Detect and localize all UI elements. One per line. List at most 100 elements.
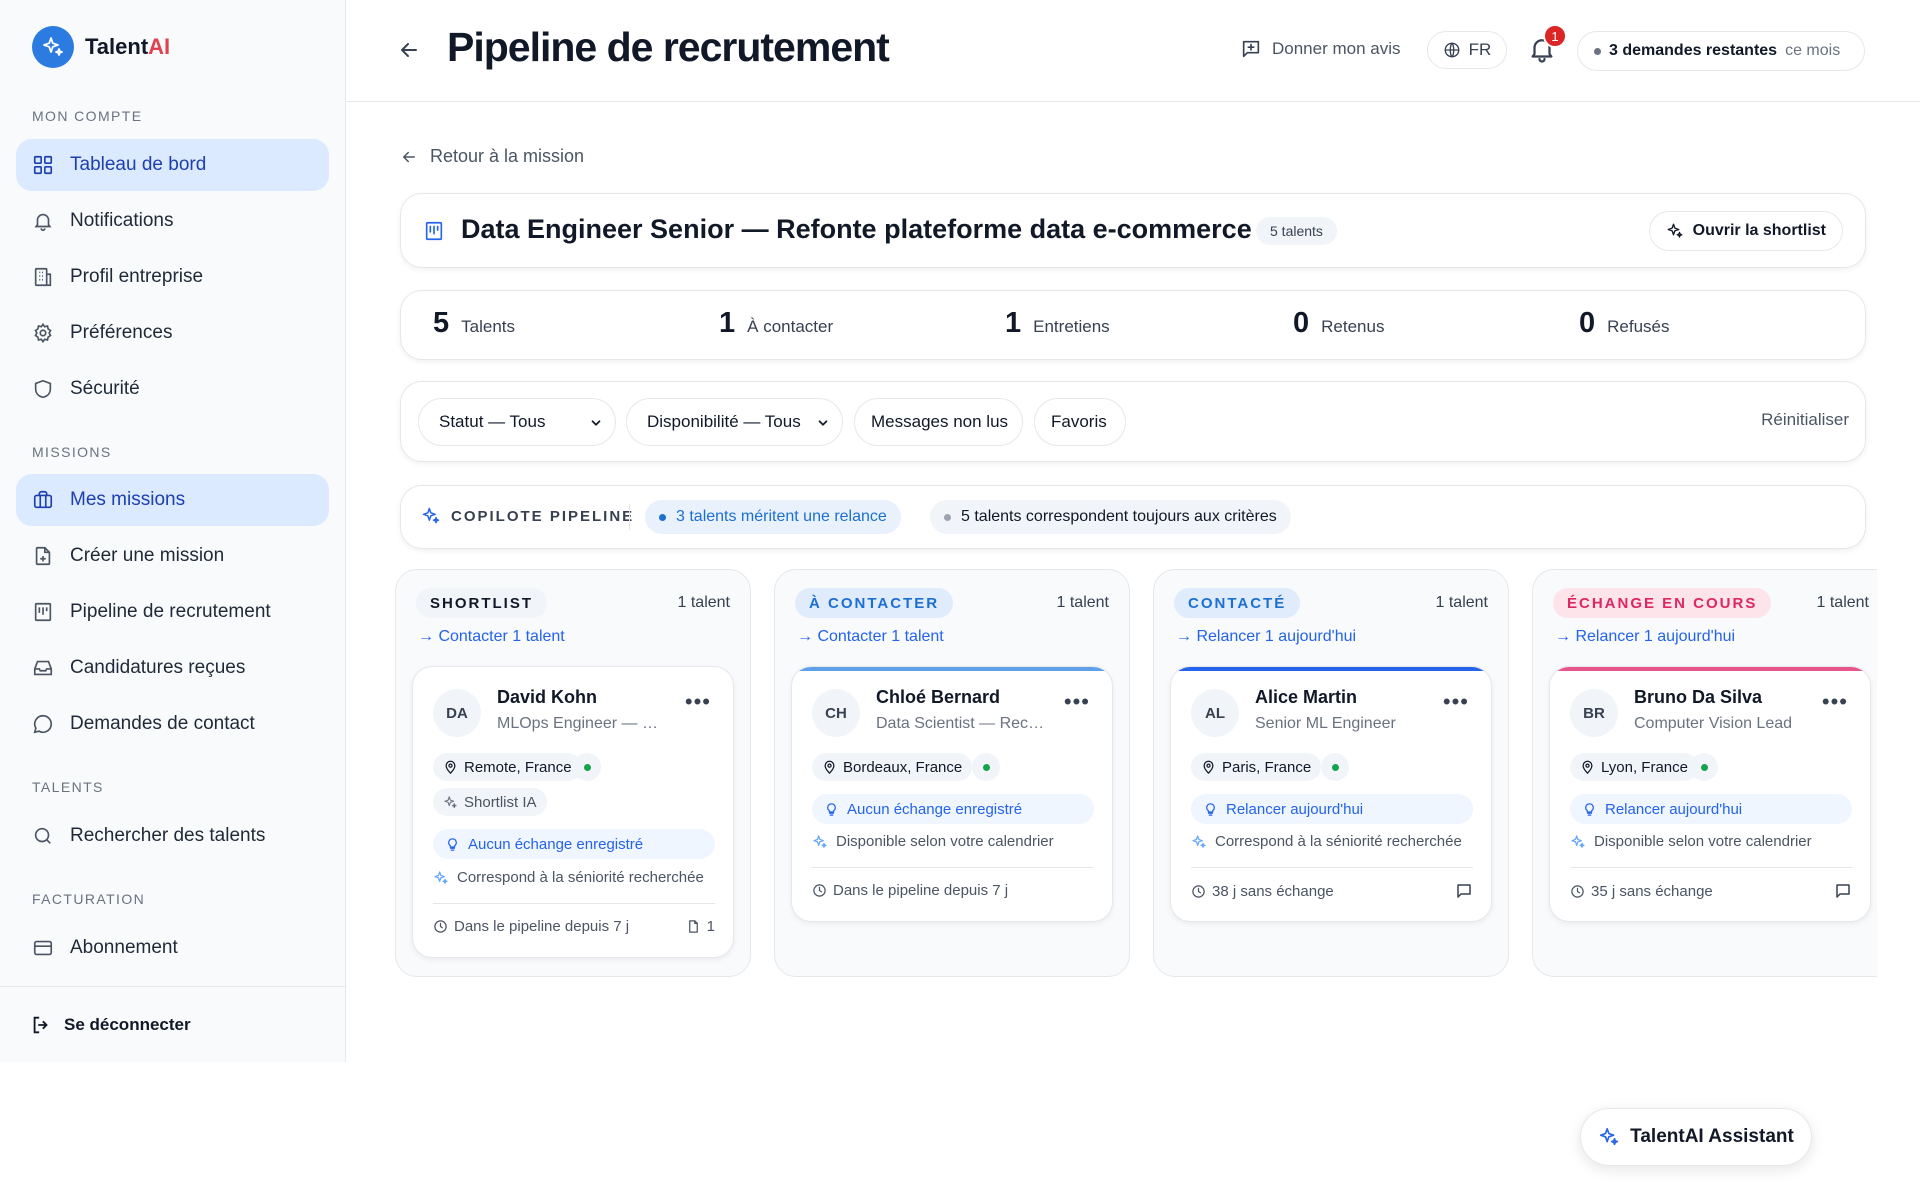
- location-chip: Bordeaux, France: [812, 753, 973, 781]
- sparkle-logo-icon: [32, 26, 74, 68]
- hint-text: 3 talents méritent une relance: [676, 508, 887, 525]
- sidebar-item-subscription[interactable]: Abonnement: [16, 922, 329, 974]
- talent-role: MLOps Engineer — Platform: [497, 715, 667, 732]
- match-reason: Disponible selon votre calendrier: [1570, 833, 1812, 850]
- sidebar-item-label: Profil entreprise: [70, 266, 204, 287]
- stat-value: 5: [433, 307, 450, 339]
- more-options-icon[interactable]: •••: [1443, 691, 1469, 713]
- lightbulb-icon: [448, 837, 457, 851]
- map-pin-icon: [1582, 760, 1593, 774]
- quota-pill[interactable]: 3 demandes restantes ce mois: [1577, 31, 1865, 71]
- sidebar-item-create-mission[interactable]: Créer une mission: [16, 530, 329, 582]
- talent-name: Chloé Bernard: [876, 687, 1001, 707]
- sparkle-icon: [422, 507, 440, 524]
- column-count: 1 talent: [1435, 594, 1488, 611]
- sidebar-item-security[interactable]: Sécurité: [16, 363, 329, 415]
- open-shortlist-button[interactable]: Ouvrir la shortlist: [1648, 211, 1843, 251]
- column-count: 1 talent: [1056, 594, 1109, 611]
- kanban-icon: [425, 221, 443, 241]
- talent-name: Alice Martin: [1255, 687, 1358, 707]
- shield-icon: [34, 379, 52, 399]
- sidebar-item-contact-requests[interactable]: Demandes de contact: [16, 698, 329, 750]
- sidebar-item-label: Tableau de bord: [70, 154, 207, 175]
- availability-indicator: [1321, 753, 1349, 781]
- talent-card[interactable]: AL Alice Martin Senior ML Engineer ••• P…: [1170, 666, 1492, 922]
- sidebar-item-my-missions[interactable]: Mes missions: [16, 474, 329, 526]
- sidebar-item-label: Mes missions: [70, 489, 186, 510]
- more-options-icon[interactable]: •••: [1064, 691, 1090, 713]
- more-options-icon[interactable]: •••: [685, 691, 711, 713]
- sidebar-item-company-profile[interactable]: Profil entreprise: [16, 251, 329, 303]
- sidebar-item-pipeline[interactable]: Pipeline de recrutement: [16, 586, 329, 638]
- copilot-match-hint[interactable]: 5 talents correspondent toujours aux cri…: [930, 500, 1291, 534]
- availability-filter-select[interactable]: Disponibilité — Tous: [626, 398, 843, 446]
- assistant-button[interactable]: TalentAI Assistant: [1580, 1108, 1812, 1166]
- app-logo[interactable]: TalentAI: [32, 26, 170, 68]
- feedback-button[interactable]: Donner mon avis: [1240, 38, 1401, 60]
- hint-dot: [944, 513, 951, 521]
- column-count: 1 talent: [1816, 594, 1869, 611]
- sidebar-item-dashboard[interactable]: Tableau de bord: [16, 139, 329, 191]
- sparkle-icon: [1571, 834, 1585, 848]
- documents-count[interactable]: 1: [686, 918, 715, 935]
- sidebar-item-label: Demandes de contact: [70, 713, 255, 734]
- chat-icon: [33, 714, 53, 734]
- sparkle-icon: [444, 795, 457, 808]
- lightbulb-icon: [1585, 802, 1594, 816]
- talent-card[interactable]: BR Bruno Da Silva Computer Vision Lead •…: [1549, 666, 1871, 922]
- favorites-filter[interactable]: Favoris: [1034, 398, 1126, 446]
- back-link-label: Retour à la mission: [430, 146, 585, 166]
- talent-role: Senior ML Engineer: [1255, 715, 1396, 732]
- location-label: Lyon, France: [1601, 758, 1688, 776]
- sidebar-item-search-talents[interactable]: Rechercher des talents: [16, 810, 329, 862]
- availability-dot: [583, 763, 591, 771]
- talent-card-footer: Dans le pipeline depuis 7 j 1: [433, 903, 715, 935]
- pipeline-stats-card: 5 Talents 1 À contacter 1 Entretiens 0 Reten…: [400, 290, 1866, 360]
- language-label: FR: [1468, 40, 1492, 59]
- source-label: Shortlist IA: [464, 793, 537, 811]
- message-icon[interactable]: [1455, 882, 1473, 900]
- reset-filters-button[interactable]: Réinitialiser: [1761, 410, 1849, 430]
- back-to-mission-link[interactable]: Retour à la mission: [400, 146, 584, 167]
- map-pin-icon: [824, 760, 835, 774]
- more-options-icon[interactable]: •••: [1822, 691, 1848, 713]
- documents-count-label: 1: [706, 918, 715, 935]
- sidebar-item-preferences[interactable]: Préférences: [16, 307, 329, 359]
- back-arrow-icon[interactable]: [397, 38, 421, 62]
- talent-card[interactable]: DA David Kohn MLOps Engineer — Platform …: [412, 666, 734, 958]
- unread-messages-filter[interactable]: Messages non lus: [854, 398, 1023, 446]
- filters-card: Statut — Tous Disponibilité — Tous Messa…: [400, 381, 1866, 462]
- sparkle-icon: [1600, 1127, 1619, 1146]
- section-talents: TALENTS: [32, 779, 104, 795]
- status-accent-bar: [1550, 667, 1870, 671]
- column-action-link[interactable]: → Relancer 1 aujourd'hui: [1176, 628, 1356, 646]
- column-action-link[interactable]: → Contacter 1 talent: [797, 628, 944, 646]
- availability-indicator: [1690, 753, 1718, 781]
- sidebar-item-notifications[interactable]: Notifications: [16, 195, 329, 247]
- column-action-link[interactable]: → Relancer 1 aujourd'hui: [1555, 628, 1735, 646]
- availability-filter-value: Disponibilité — Tous: [647, 412, 801, 431]
- pipeline-duration-label: Dans le pipeline depuis 7 j: [454, 918, 630, 935]
- kanban-icon: [34, 602, 52, 622]
- column-title-badge: CONTACTÉ: [1174, 588, 1301, 618]
- language-selector[interactable]: FR: [1427, 31, 1507, 69]
- exchange-status-label: Aucun échange enregistré: [468, 835, 644, 853]
- status-filter-select[interactable]: Statut — Tous: [418, 398, 616, 446]
- talent-name: Bruno Da Silva: [1634, 687, 1763, 707]
- arrow-left-icon: [403, 151, 415, 162]
- talent-role: Data Scientist — Recommandation: [876, 715, 1046, 732]
- credit-card-icon: [33, 940, 53, 956]
- talent-card[interactable]: CH Chloé Bernard Data Scientist — Recomm…: [791, 666, 1113, 922]
- clock-icon: [434, 920, 447, 933]
- briefcase-icon: [33, 490, 53, 509]
- stat-label: Talents: [461, 317, 516, 336]
- logout-button[interactable]: Se déconnecter: [0, 986, 346, 1062]
- column-action-link[interactable]: → Contacter 1 talent: [418, 628, 565, 646]
- quota-dot: [1594, 47, 1601, 55]
- message-icon[interactable]: [1834, 882, 1852, 900]
- sidebar-item-label: Pipeline de recrutement: [70, 601, 271, 622]
- map-pin-icon: [445, 760, 456, 774]
- exchange-status-label: Relancer aujourd'hui: [1605, 800, 1743, 818]
- sidebar-item-applications[interactable]: Candidatures reçues: [16, 642, 329, 694]
- copilot-followup-hint[interactable]: 3 talents méritent une relance: [645, 500, 901, 534]
